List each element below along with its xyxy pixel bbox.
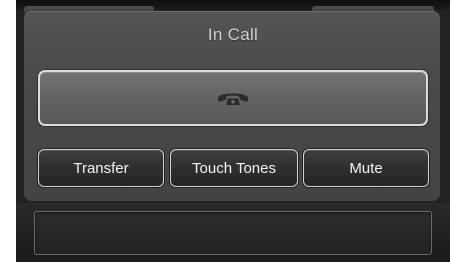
mute-button[interactable]: Mute [303, 149, 429, 187]
end-call-button[interactable] [38, 70, 428, 126]
transfer-button[interactable]: Transfer [38, 149, 164, 187]
phone-hang-up-icon [216, 89, 250, 107]
status-field [34, 211, 432, 255]
in-call-screen: In Call Transfer Touch Tones Mute [16, 0, 450, 262]
touch-tones-button[interactable]: Touch Tones [170, 149, 298, 187]
screen-title: In Call [207, 25, 259, 44]
